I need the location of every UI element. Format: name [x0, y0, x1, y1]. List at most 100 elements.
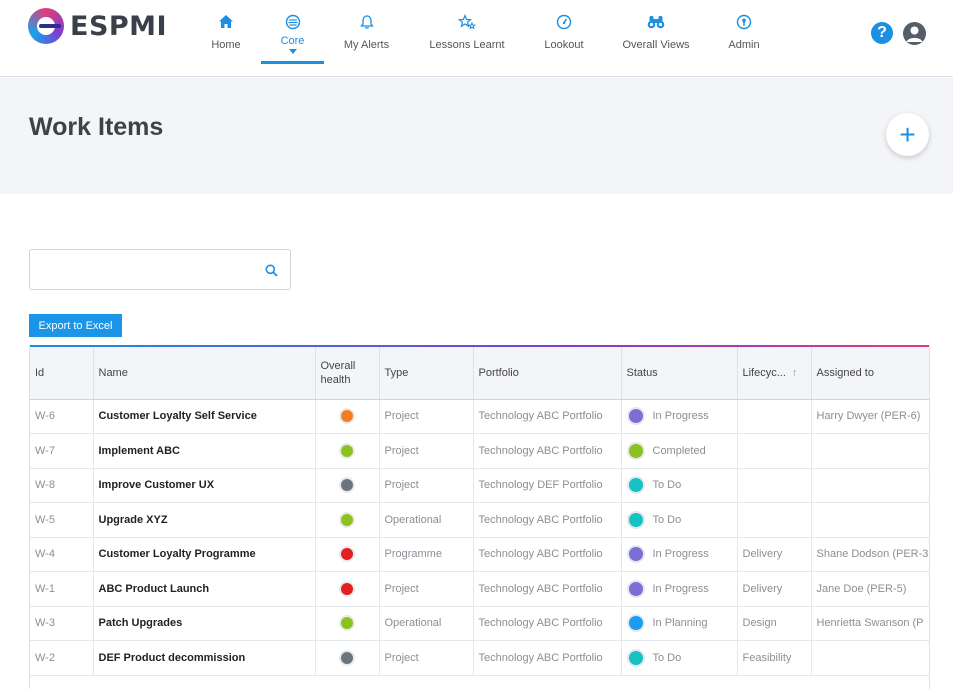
column-header-id[interactable]: Id [30, 347, 94, 400]
status-indicator-icon [626, 407, 645, 426]
cell-type: Project [379, 468, 474, 503]
cell-status: In Planning [621, 606, 738, 641]
cell-status: In Progress [621, 537, 738, 572]
cell-overall-health [315, 399, 380, 434]
cell-id: W-6 [30, 399, 94, 434]
search-icon[interactable] [265, 264, 278, 282]
nav-item-home[interactable]: Home [195, 0, 257, 64]
user-avatar-icon[interactable] [903, 22, 926, 45]
cell-portfolio: Technology ABC Portfolio [473, 571, 622, 607]
column-header-name[interactable]: Name [93, 347, 316, 400]
health-indicator-icon [339, 649, 355, 666]
cell-assigned-to [811, 433, 929, 469]
cell-portfolio: Technology ABC Portfolio [473, 502, 622, 538]
cell-assigned-to [811, 468, 929, 503]
column-header-portfolio[interactable]: Portfolio [473, 347, 622, 400]
status-indicator-icon [626, 476, 645, 495]
cell-name[interactable]: DEF Product decommission [93, 640, 316, 676]
table-row[interactable]: W-1 ABC Product Launch Project Technology A… [30, 571, 929, 607]
column-header-overall-health[interactable]: Overall health [315, 347, 380, 400]
cell-name[interactable]: Implement ABC [93, 433, 316, 469]
table-row[interactable]: W-8 Improve Customer UX Project Technology … [30, 468, 929, 503]
cell-status: To Do [621, 502, 738, 538]
core-icon [285, 12, 301, 32]
nav-label-lessons-learnt: Lessons Learnt [429, 39, 505, 51]
cell-portfolio: Technology ABC Portfolio [473, 399, 622, 434]
nav-item-lessons-learnt[interactable]: Lessons Learnt [427, 0, 507, 64]
logo-text: ESPMI [70, 10, 168, 42]
page-title: Work Items [29, 113, 164, 141]
health-indicator-icon [339, 477, 355, 494]
cell-overall-health [315, 502, 380, 538]
cell-type: Operational [379, 502, 474, 538]
help-button[interactable]: ? [871, 22, 893, 44]
column-header-lifecycle[interactable]: Lifecyc... ↑ [737, 347, 812, 400]
column-header-status[interactable]: Status [621, 347, 738, 400]
nav-item-overall-views[interactable]: Overall Views [621, 0, 691, 64]
status-label: To Do [652, 651, 682, 664]
cell-assigned-to: Jane Doe (PER-5) [811, 571, 929, 607]
health-indicator-icon [339, 546, 355, 563]
cell-type: Programme [379, 537, 474, 572]
column-header-health-line2: health [320, 373, 351, 386]
add-work-item-button[interactable]: + [886, 113, 929, 156]
status-label: In Planning [652, 617, 708, 630]
cell-overall-health [315, 571, 380, 607]
search-input[interactable] [30, 250, 250, 289]
cell-portfolio: Technology ABC Portfolio [473, 433, 622, 469]
table-row[interactable]: W-2 DEF Product decommission Project Techno… [30, 640, 929, 676]
cell-id: W-8 [30, 468, 94, 503]
cell-lifecycle [737, 399, 812, 434]
chevron-down-icon [288, 49, 297, 54]
cell-portfolio: Technology DEF Portfolio [473, 468, 622, 503]
nav-item-core[interactable]: Core [261, 0, 324, 64]
table-row[interactable]: W-7 Implement ABC Project Technology ABC Po… [30, 433, 929, 469]
nav-item-admin[interactable]: Admin [722, 0, 766, 64]
cell-name[interactable]: Customer Loyalty Programme [93, 537, 316, 572]
cell-name[interactable]: ABC Product Launch [93, 571, 316, 607]
cell-lifecycle [737, 468, 812, 503]
health-indicator-icon [339, 511, 355, 528]
table-row[interactable]: W-3 Patch Upgrades Operational Technology A… [30, 606, 929, 641]
espmi-logo[interactable]: ESPMI [28, 8, 167, 44]
cell-status: In Progress [621, 571, 738, 607]
status-indicator-icon [626, 614, 645, 633]
cell-assigned-to: Shane Dodson (PER-3 [811, 537, 929, 572]
cell-type: Project [379, 399, 474, 434]
status-label: In Progress [652, 582, 709, 595]
nav-label-admin: Admin [728, 39, 760, 51]
cell-name[interactable]: Patch Upgrades [93, 606, 316, 641]
nav-item-my-alerts[interactable]: My Alerts [338, 0, 395, 64]
cell-overall-health [315, 468, 380, 503]
column-header-assigned-to[interactable]: Assigned to [811, 347, 929, 400]
column-header-lifecycle-label: Lifecyc... [742, 366, 786, 379]
nav-label-home: Home [211, 39, 241, 51]
cell-id: W-4 [30, 537, 94, 572]
cell-name[interactable]: Customer Loyalty Self Service [93, 399, 316, 434]
cell-overall-health [315, 537, 380, 572]
cell-assigned-to [811, 640, 929, 676]
cell-portfolio: Technology ABC Portfolio [473, 606, 622, 641]
table-row[interactable]: W-5 Upgrade XYZ Operational Technology ABC … [30, 502, 929, 538]
cell-id: W-3 [30, 606, 94, 641]
export-to-excel-button[interactable]: Export to Excel [29, 314, 122, 337]
key-icon [736, 12, 752, 32]
cell-assigned-to: Harry Dwyer (PER-6) [811, 399, 929, 434]
cell-lifecycle: Delivery [737, 571, 812, 607]
table-row[interactable]: W-6 Customer Loyalty Self Service Project T… [30, 399, 929, 434]
binoculars-icon [647, 12, 665, 32]
sort-ascending-icon[interactable]: ↑ [792, 367, 798, 379]
nav-item-lookout[interactable]: Lookout [540, 0, 588, 64]
search-field[interactable] [29, 249, 291, 290]
table-row[interactable]: W-4 Customer Loyalty Programme Programme Te… [30, 537, 929, 572]
stars-icon [458, 12, 476, 32]
health-indicator-icon [339, 615, 355, 632]
cell-type: Project [379, 640, 474, 676]
nav-label-core: Core [280, 35, 305, 47]
cell-id: W-5 [30, 502, 94, 538]
column-header-type[interactable]: Type [379, 347, 474, 400]
cell-name[interactable]: Improve Customer UX [93, 468, 316, 503]
cell-name[interactable]: Upgrade XYZ [93, 502, 316, 538]
cell-lifecycle: Feasibility [737, 640, 812, 676]
status-label: Completed [652, 444, 706, 457]
